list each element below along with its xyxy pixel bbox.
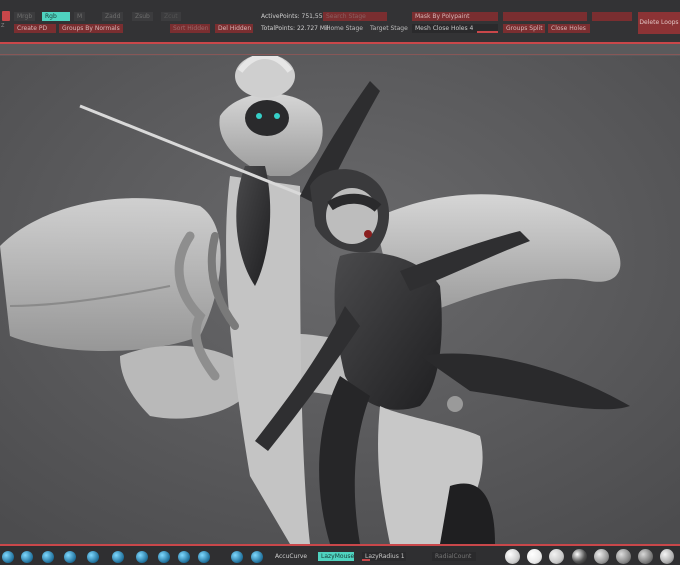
lazyradius-fill [362,559,370,561]
material-sphere-icon[interactable] [572,549,587,564]
delete-loops-button[interactable]: Delete Loops [638,12,680,34]
lazyradius-label: LazyRadius [365,553,399,560]
mask-by-polypaint-button[interactable]: Mask By Polypaint [412,12,498,21]
brush-icon[interactable] [87,551,99,563]
m-button[interactable]: M [74,12,86,21]
brush-icon[interactable] [64,551,76,563]
mesh-close-holes-label: Mesh Close Holes [415,25,468,32]
radialcount-slider[interactable]: RadialCount [432,552,476,561]
unlabeled-red-button-1[interactable] [503,12,587,21]
close-holes-button[interactable]: Close Holes [548,24,590,33]
mrgb-button[interactable]: Mrgb [14,12,36,21]
unlabeled-red-button-2[interactable] [592,12,632,21]
del-hidden-button[interactable]: Del Hidden [215,24,253,33]
app-logo-icon [2,11,10,21]
viewport-canvas[interactable] [0,56,680,544]
sort-hidden-button[interactable]: Sort Hidden [170,24,210,33]
material-sphere-icon[interactable] [549,549,564,564]
bottom-toolbar: AccuCurve LazyMouse LazyRadius 1 RadialC… [0,544,680,565]
brush-icon[interactable] [178,551,190,563]
lazyradius-value: 1 [400,553,405,560]
lazymouse-toggle[interactable]: LazyMouse [318,552,354,561]
total-points-readout: TotalPoints: 22.727 Mil [261,25,329,32]
brush-icon[interactable] [2,551,14,563]
brush-icon[interactable] [112,551,124,563]
search-stage-button[interactable]: Search Stage [323,12,387,21]
zsub-button[interactable]: Zsub [132,12,153,21]
home-stage-button[interactable]: Home Stage [323,24,363,33]
zadd-button[interactable]: Zadd [102,12,124,21]
lazyradius-slider[interactable]: LazyRadius 1 [362,552,406,561]
rgb-button[interactable]: Rgb [42,12,70,21]
top-toolbar: Z Mrgb Rgb M Zadd Zsub Zcut Create PD Gr… [0,0,680,44]
material-sphere-icon[interactable] [616,549,631,564]
material-sphere-icon[interactable] [505,549,520,564]
material-sphere-icon[interactable] [594,549,609,564]
zcut-button[interactable]: Zcut [161,12,181,21]
groups-by-normals-button[interactable]: Groups By Normals [59,24,123,33]
material-sphere-icon[interactable] [527,549,542,564]
mesh-close-holes-value: 4 [469,25,474,32]
brush-icon[interactable] [136,551,148,563]
sculpt-render [0,56,680,544]
active-points-readout: ActivePoints: 751,558 [261,13,327,20]
create-pd-button[interactable]: Create PD [14,24,56,33]
groups-split-button[interactable]: Groups Split [503,24,545,33]
brush-icon[interactable] [231,551,243,563]
brush-icon[interactable] [158,551,170,563]
brush-icon[interactable] [198,551,210,563]
brush-icon[interactable] [21,551,33,563]
mesh-close-holes-fill [476,31,498,33]
brush-icon[interactable] [42,551,54,563]
radialcount-label: RadialCount [435,553,472,560]
accucurve-toggle[interactable]: AccuCurve [275,552,307,561]
mesh-close-holes-slider[interactable]: Mesh Close Holes 4 [412,24,498,33]
canvas-top-divider [0,54,680,55]
target-stage-button[interactable]: Target Stage [367,24,408,33]
material-sphere-icon[interactable] [660,549,674,564]
logo-caption: Z [1,23,5,29]
material-sphere-icon[interactable] [638,549,653,564]
brush-icon[interactable] [251,551,263,563]
